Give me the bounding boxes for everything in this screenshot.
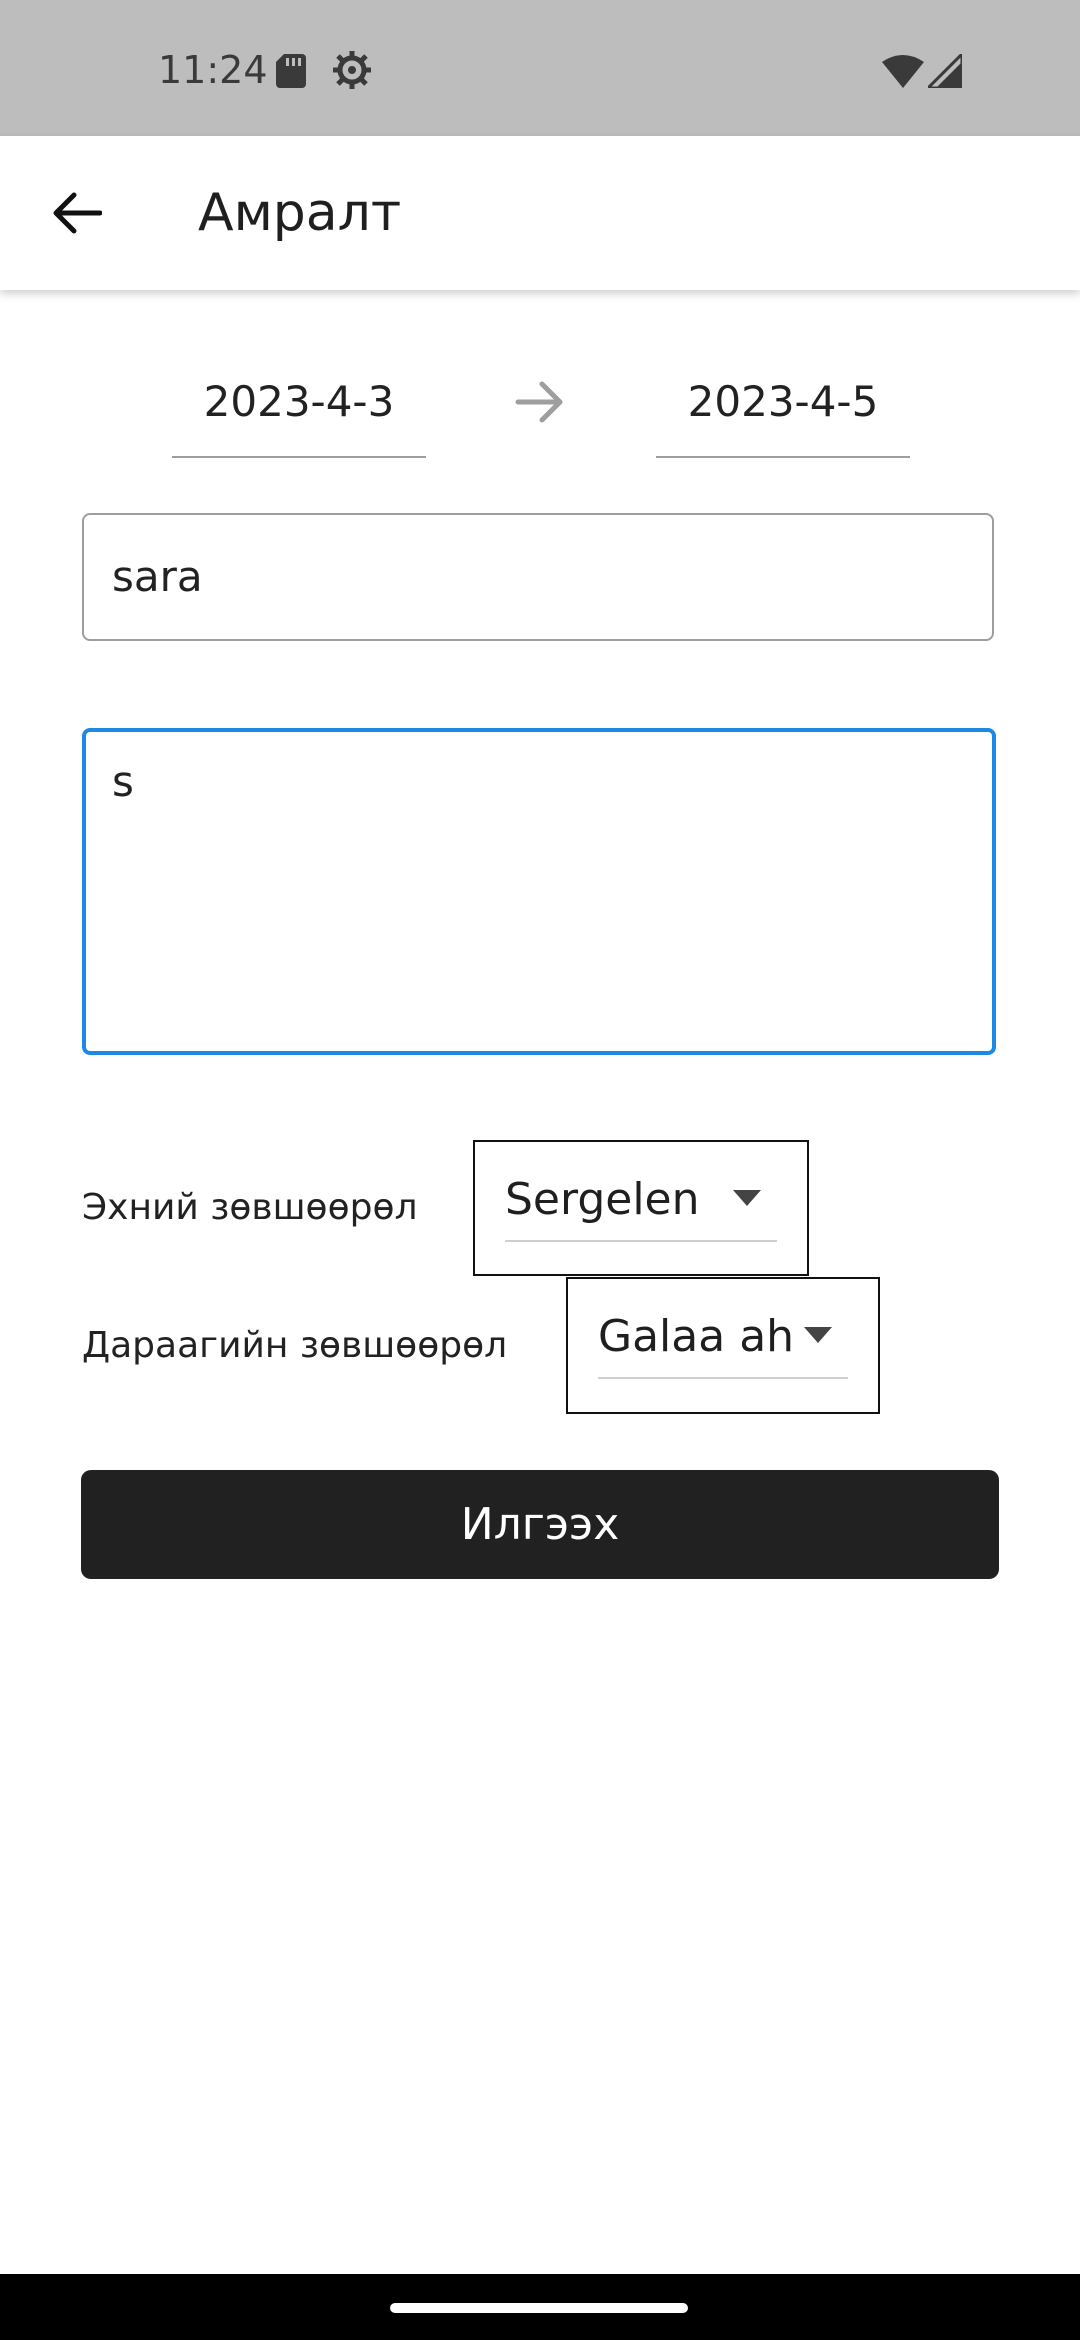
home-handle[interactable] xyxy=(390,2303,688,2313)
back-button[interactable] xyxy=(40,176,114,250)
wifi-icon xyxy=(882,55,924,88)
app-bar: Амралт xyxy=(0,136,1080,290)
arrow-back-icon xyxy=(53,192,102,234)
next-approval-label: Дараагийн зөвшөөрөл xyxy=(82,1325,508,1366)
chevron-down-icon xyxy=(804,1327,832,1343)
chevron-down-icon xyxy=(733,1190,761,1206)
name-input[interactable]: sara xyxy=(82,513,994,641)
signal-icon xyxy=(928,54,962,88)
next-approval-value: Galaa ah xyxy=(598,1311,795,1362)
status-time: 11:24 xyxy=(158,48,268,92)
sd-card-icon xyxy=(276,54,306,88)
first-approval-value: Sergelen xyxy=(505,1174,700,1225)
settings-icon xyxy=(333,51,371,89)
page-title: Амралт xyxy=(198,183,402,243)
arrow-right-icon xyxy=(515,381,563,423)
next-approval-dropdown[interactable]: Galaa ah xyxy=(566,1277,880,1414)
first-approval-dropdown[interactable]: Sergelen xyxy=(473,1140,809,1276)
end-date-field[interactable]: 2023-4-5 xyxy=(656,360,910,458)
dropdown-field: Galaa ah xyxy=(598,1297,848,1379)
start-date-field[interactable]: 2023-4-3 xyxy=(172,360,426,458)
submit-button[interactable]: Илгээх xyxy=(81,1470,999,1579)
dropdown-field: Sergelen xyxy=(505,1160,777,1242)
status-bar: 11:24 xyxy=(0,0,1080,136)
reason-textarea[interactable]: s xyxy=(82,728,996,1055)
first-approval-label: Эхний зөвшөөрөл xyxy=(82,1187,418,1228)
